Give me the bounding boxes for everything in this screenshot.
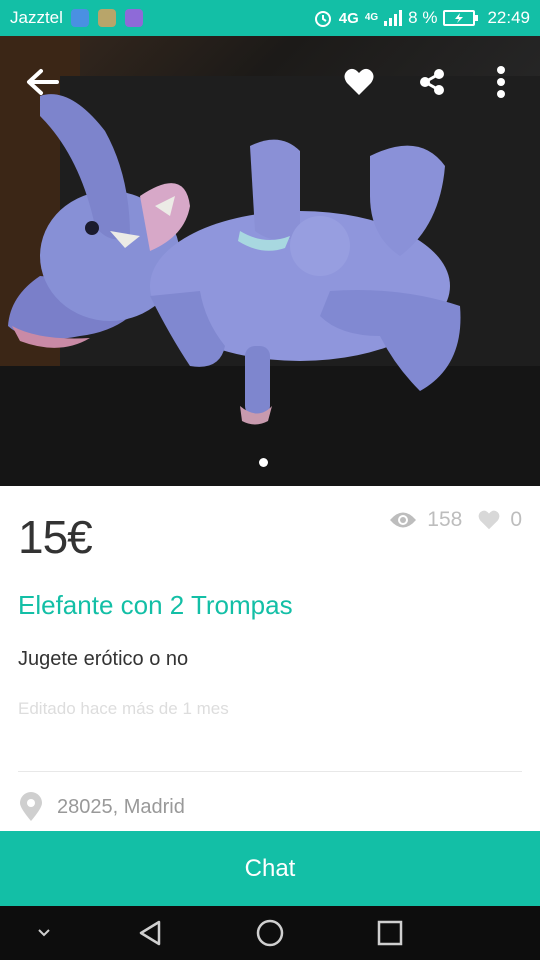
divider xyxy=(18,771,522,772)
back-button[interactable] xyxy=(20,60,64,104)
clock: 22:49 xyxy=(487,8,530,27)
nav-home-button[interactable] xyxy=(240,906,300,960)
hide-nav-button[interactable] xyxy=(14,906,74,960)
chevron-down-icon xyxy=(38,929,50,937)
heart-icon xyxy=(344,68,374,95)
nav-back-button[interactable] xyxy=(120,906,180,960)
system-navigation-bar xyxy=(0,906,540,960)
price: 15€ xyxy=(18,511,93,563)
carrier-name: Jazztel xyxy=(10,8,63,27)
back-triangle-icon xyxy=(139,920,161,946)
plush-elephant-image xyxy=(0,36,540,486)
product-photo[interactable] xyxy=(0,36,540,486)
page-indicator-dot[interactable] xyxy=(259,458,268,467)
location-text: 28025, Madrid xyxy=(57,795,185,818)
nav-recents-button[interactable] xyxy=(360,906,420,960)
item-detail-screen: Jazztel 4G 4G 8 % 22:49 15€ 158 0 Elefan… xyxy=(0,0,540,960)
network-type: 4G xyxy=(338,9,359,27)
network-type-small: 4G xyxy=(364,12,379,23)
product-title: Elefante con 2 Trompas xyxy=(18,590,293,620)
map-icon xyxy=(97,9,116,27)
more-vertical-icon xyxy=(497,66,505,98)
location-pin-icon xyxy=(20,792,42,821)
location-row[interactable]: 28025, Madrid xyxy=(18,792,185,822)
heart-outline-icon xyxy=(478,510,500,530)
gallery-icon xyxy=(124,9,143,27)
home-circle-icon xyxy=(256,919,284,947)
more-options-button[interactable] xyxy=(479,60,523,104)
chat-button[interactable]: Chat xyxy=(0,831,540,906)
status-bar: Jazztel 4G 4G 8 % 22:49 xyxy=(0,0,540,36)
eye-icon xyxy=(390,512,417,528)
battery-percent: 8 % xyxy=(408,8,438,27)
favorites-count: 0 xyxy=(510,508,522,531)
favorite-button[interactable] xyxy=(337,60,381,104)
item-stats: 158 0 xyxy=(389,508,522,532)
recents-square-icon xyxy=(377,920,403,946)
alarm-icon xyxy=(314,11,331,27)
views-count: 158 xyxy=(427,508,463,531)
share-button[interactable] xyxy=(410,60,454,104)
product-description: Jugete erótico o no xyxy=(18,648,189,670)
share-icon xyxy=(420,69,444,95)
back-arrow-icon xyxy=(27,69,59,95)
signal-icon xyxy=(384,10,403,26)
edited-timestamp: Editado hace más de 1 mes xyxy=(18,699,229,718)
location-icon xyxy=(70,9,89,27)
chat-button-label: Chat xyxy=(244,854,296,882)
battery-icon xyxy=(443,10,479,26)
status-right: 4G 4G 8 % 22:49 xyxy=(313,8,530,28)
